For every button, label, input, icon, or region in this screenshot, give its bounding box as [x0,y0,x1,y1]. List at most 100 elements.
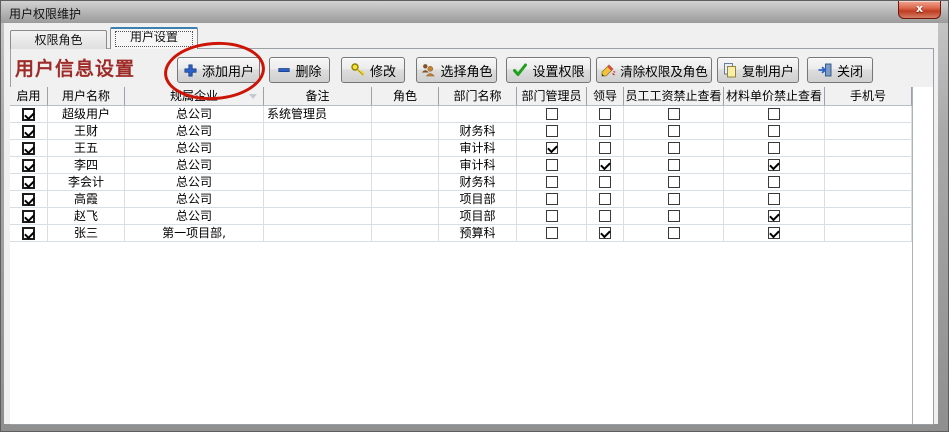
cell-company: 总公司 [125,140,264,157]
salary_hidden-checkbox[interactable] [668,227,680,239]
enabled-checkbox[interactable] [22,210,35,223]
edit-key-icon [350,62,366,78]
cell-salary_hidden [624,123,724,140]
column-header-company[interactable]: 规属企业 [125,87,264,106]
enabled-checkbox[interactable] [22,227,35,240]
dept_admin-checkbox[interactable] [546,227,558,239]
salary_hidden-checkbox[interactable] [668,193,680,205]
cell-price_hidden [724,123,825,140]
leader-checkbox[interactable] [599,193,611,205]
leader-checkbox[interactable] [599,159,611,171]
add-user-button[interactable]: 添加用户 [177,57,260,83]
column-header-price_hidden[interactable]: 材料单价禁止查看 [724,87,825,106]
cell-enabled [10,123,48,140]
column-header-role[interactable]: 角色 [372,87,439,106]
column-header-label: 用户名称 [62,89,110,103]
window-close-button[interactable]: x [898,1,941,19]
clear-permission-pencil-icon [600,62,616,78]
column-header-salary_hidden[interactable]: 员工工资禁止查看 [624,87,724,106]
dept_admin-checkbox[interactable] [546,193,558,205]
price_hidden-checkbox[interactable] [768,176,780,188]
tab-label: 权限角色 [34,33,82,47]
column-header-leader[interactable]: 领导 [587,87,624,106]
column-header-note[interactable]: 备注 [264,87,372,106]
price_hidden-checkbox[interactable] [768,193,780,205]
select-role-button[interactable]: 选择角色 [416,57,497,83]
cell-note [264,157,372,174]
salary_hidden-checkbox[interactable] [668,210,680,222]
table-row[interactable]: 王五总公司审计科 [10,140,912,157]
cell-leader [587,225,624,242]
tab-permission-roles[interactable]: 权限角色 [10,30,107,49]
cell-dept_admin [517,140,587,157]
column-header-enabled[interactable]: 启用 [10,87,48,106]
table-row[interactable]: 赵飞总公司项目部 [10,208,912,225]
price_hidden-checkbox[interactable] [768,108,780,120]
column-header-label: 领导 [593,89,617,103]
leader-checkbox[interactable] [599,142,611,154]
cell-name: 张三 [48,225,125,242]
cell-name: 王财 [48,123,125,140]
dept_admin-checkbox[interactable] [546,210,558,222]
cell-salary_hidden [624,174,724,191]
close-form-button[interactable]: 关闭 [807,57,873,83]
price_hidden-checkbox[interactable] [768,159,780,171]
table-row[interactable]: 王财总公司财务科 [10,123,912,140]
table-row[interactable]: 李会计总公司财务科 [10,174,912,191]
copy-user-button[interactable]: 复制用户 [717,57,799,83]
salary_hidden-checkbox[interactable] [668,159,680,171]
button-label: 选择角色 [440,61,492,80]
cell-phone [825,191,912,208]
cell-dept_admin [517,174,587,191]
price_hidden-checkbox[interactable] [768,210,780,222]
price_hidden-checkbox[interactable] [768,142,780,154]
delete-button[interactable]: 删除 [269,57,330,83]
enabled-checkbox[interactable] [22,159,35,172]
leader-checkbox[interactable] [599,176,611,188]
cell-price_hidden [724,157,825,174]
dept_admin-checkbox[interactable] [546,108,558,120]
cell-role [372,106,439,123]
price_hidden-checkbox[interactable] [768,227,780,239]
modify-button[interactable]: 修改 [341,57,405,83]
enabled-checkbox[interactable] [22,176,35,189]
column-header-dept_admin[interactable]: 部门管理员 [517,87,587,106]
set-permission-button[interactable]: 设置权限 [506,57,591,83]
table-row[interactable]: 李四总公司审计科 [10,157,912,174]
cell-name: 李会计 [48,174,125,191]
column-header-dept[interactable]: 部门名称 [439,87,517,106]
salary_hidden-checkbox[interactable] [668,108,680,120]
cell-enabled [10,174,48,191]
cell-price_hidden [724,106,825,123]
clear-permission-role-button[interactable]: 清除权限及角色 [596,57,712,83]
dept_admin-checkbox[interactable] [546,142,558,154]
cell-name: 赵飞 [48,208,125,225]
enabled-checkbox[interactable] [22,108,35,121]
salary_hidden-checkbox[interactable] [668,176,680,188]
leader-checkbox[interactable] [599,125,611,137]
table-row[interactable]: 高霞总公司项目部 [10,191,912,208]
cell-salary_hidden [624,191,724,208]
leader-checkbox[interactable] [599,227,611,239]
tab-user-settings[interactable]: 用户设置 [110,27,198,49]
cell-enabled [10,106,48,123]
price_hidden-checkbox[interactable] [768,125,780,137]
enabled-checkbox[interactable] [22,142,35,155]
enabled-checkbox[interactable] [22,125,35,138]
column-header-label: 部门名称 [453,89,501,103]
dept_admin-checkbox[interactable] [546,159,558,171]
cell-dept_admin [517,225,587,242]
enabled-checkbox[interactable] [22,193,35,206]
table-row[interactable]: 张三第一项目部,预算科 [10,225,912,242]
column-header-name[interactable]: 用户名称 [48,87,125,106]
dept_admin-checkbox[interactable] [546,176,558,188]
table-row[interactable]: 超级用户总公司系统管理员 [10,106,912,123]
salary_hidden-checkbox[interactable] [668,142,680,154]
leader-checkbox[interactable] [599,108,611,120]
cell-role [372,140,439,157]
salary_hidden-checkbox[interactable] [668,125,680,137]
column-header-phone[interactable]: 手机号 [825,87,912,106]
dept_admin-checkbox[interactable] [546,125,558,137]
leader-checkbox[interactable] [599,210,611,222]
cell-phone [825,225,912,242]
